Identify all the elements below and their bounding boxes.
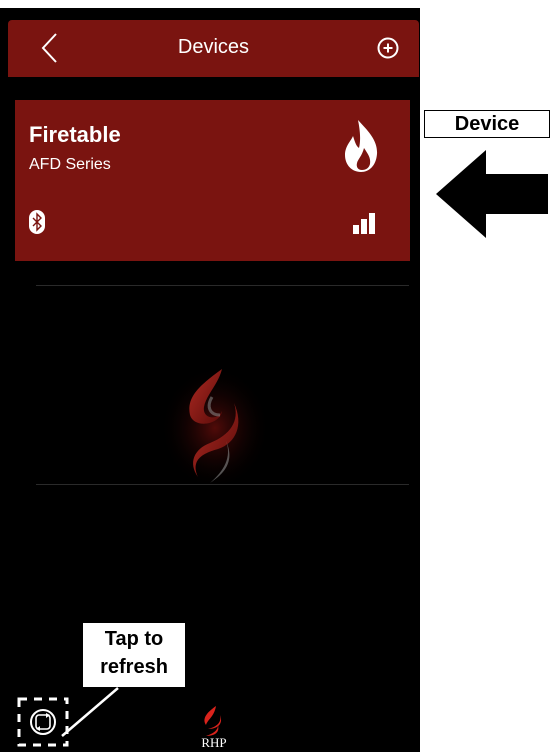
rhp-logo: RHP [192, 705, 236, 750]
device-card[interactable]: Firetable AFD Series [15, 100, 410, 261]
device-series: AFD Series [29, 156, 111, 173]
arrow-left-icon [436, 150, 548, 238]
divider [36, 285, 409, 286]
divider [36, 484, 409, 485]
page-title: Devices [177, 36, 250, 58]
plus-circle-icon[interactable] [376, 36, 400, 60]
rhp-flame-icon [204, 706, 222, 736]
signal-strength-icon [353, 213, 375, 234]
app-screen: Devices Firetable AFD Series RHP [0, 8, 420, 752]
device-name: Firetable [29, 122, 121, 147]
device-callout-label: Device [424, 110, 550, 138]
flame-icon [345, 120, 378, 172]
refresh-callout-label: Tap to refresh [82, 622, 186, 688]
bluetooth-icon [29, 210, 45, 234]
refresh-icon[interactable] [16, 696, 70, 748]
brand-flame-logo [160, 366, 270, 490]
top-nav-bar: Devices [8, 20, 419, 77]
refresh-callout-line1: Tap to [104, 628, 164, 650]
refresh-callout-line2: refresh [100, 656, 168, 678]
rhp-logo-text: RHP [201, 735, 227, 750]
